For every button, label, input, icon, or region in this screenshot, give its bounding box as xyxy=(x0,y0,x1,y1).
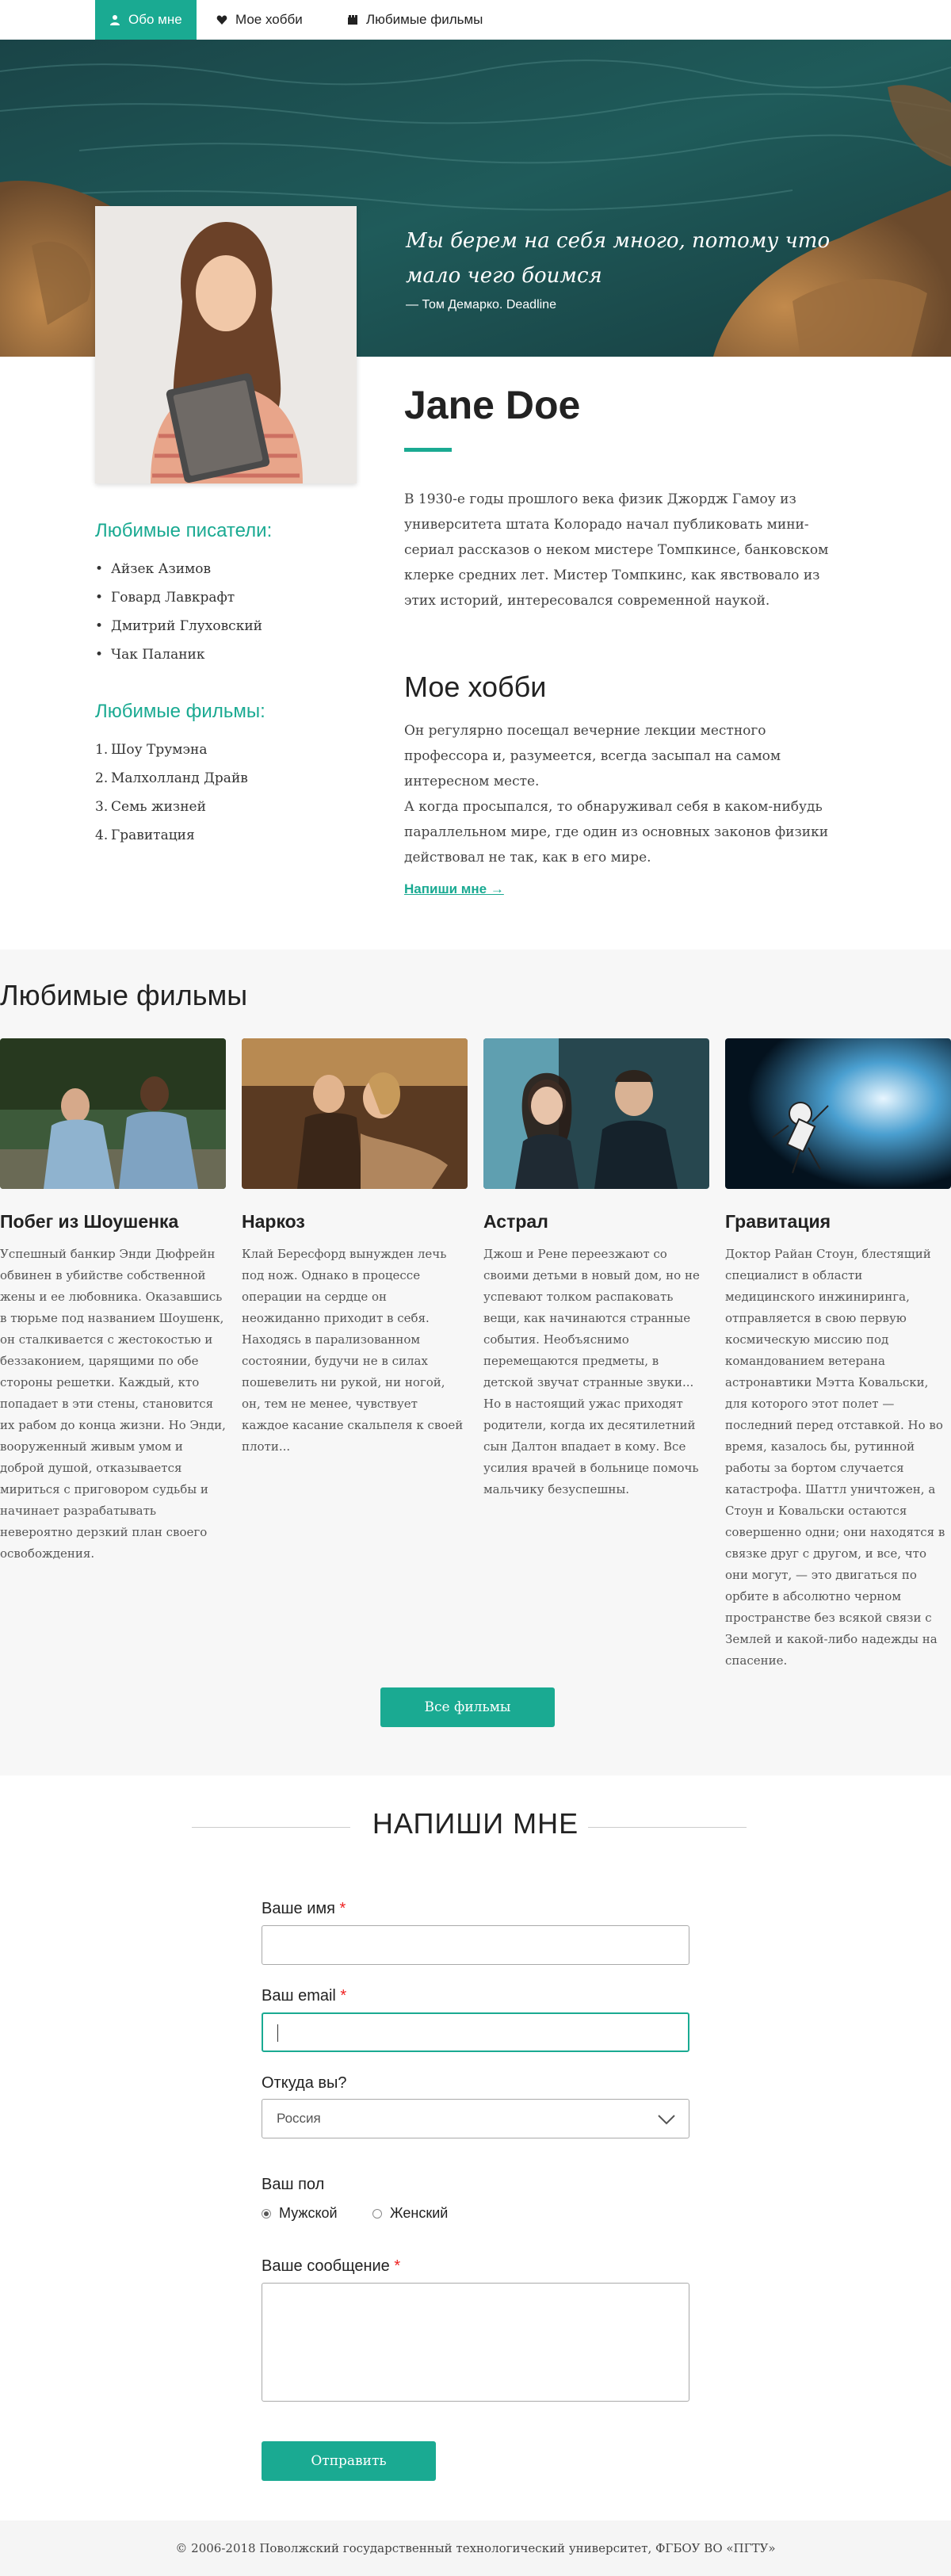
required-mark: * xyxy=(394,2257,401,2275)
film-icon xyxy=(348,15,357,25)
writers-list: • Айзек Азимов • Говард Лавкрафт • Дмитрий … xyxy=(95,555,365,669)
hobby-paragraph: А когда просыпался, то обнаруживал себя … xyxy=(404,799,829,866)
list-item: • Чак Паланик xyxy=(95,647,205,663)
all-films-button[interactable]: Все фильмы xyxy=(380,1687,555,1727)
name-underline xyxy=(404,448,452,452)
gender-male-radio[interactable]: Мужской xyxy=(262,2205,338,2222)
hobby-paragraph: Он регулярно посещал вечерние лекции мес… xyxy=(404,723,781,789)
film-poster xyxy=(725,1038,951,1189)
top-nav: Обо мне Мое хобби Любимые фильмы xyxy=(0,0,951,40)
films-sidebar-title: Любимые фильмы: xyxy=(95,701,265,722)
country-label: Откуда вы? xyxy=(262,2074,347,2092)
films-sidebar-list: 1. Шоу Трумэна 2. Малхолланд Драйв 3. Семь … xyxy=(95,736,365,850)
quote-author: — Том Демарко. Deadline xyxy=(406,298,556,311)
films-section-title: Любимые фильмы xyxy=(0,979,248,1011)
nav-label: Мое хобби xyxy=(235,12,303,27)
writers-title: Любимые писатели: xyxy=(95,520,273,541)
radio-label: Мужской xyxy=(279,2205,338,2221)
profile-bio: В 1930-е годы прошлого века физик Джордж… xyxy=(404,491,829,609)
email-field[interactable] xyxy=(262,2012,689,2052)
film-title: Побег из Шоушенка xyxy=(0,1211,179,1232)
list-item: 4. Гравитация xyxy=(95,827,195,843)
message-field[interactable] xyxy=(262,2283,689,2402)
footer: © 2006-2018 Поволжский государственный т… xyxy=(0,2521,951,2576)
film-card-awake[interactable]: Наркоз Клай Бересфорд вынужден лечь под … xyxy=(242,1038,468,1458)
required-mark: * xyxy=(340,1987,347,2005)
list-item: • Говард Лавкрафт xyxy=(95,590,235,606)
quote-text: Мы берем на себя много, потому что мало … xyxy=(406,229,831,288)
profile-name: Jane Doe xyxy=(404,383,581,427)
required-mark: * xyxy=(339,1900,346,1917)
footer-text: © 2006-2018 Поволжский государственный т… xyxy=(175,2541,776,2555)
film-title: Астрал xyxy=(483,1211,548,1232)
user-icon xyxy=(110,15,120,25)
film-card-gravity[interactable]: Гравитация Доктор Райан Стоун, блестящий… xyxy=(725,1038,951,1672)
profile-photo xyxy=(95,206,357,483)
nav-item-about[interactable]: Обо мне xyxy=(95,0,197,40)
hero-quote: Мы берем на себя много, потому что мало … xyxy=(406,224,850,312)
radio-label: Женский xyxy=(390,2205,449,2221)
message-label: Ваше сообщение * xyxy=(262,2257,401,2275)
film-desc: Клай Бересфорд вынужден лечь под нож. Од… xyxy=(242,1247,464,1454)
list-item: 3. Семь жизней xyxy=(95,799,206,815)
name-field[interactable] xyxy=(262,1925,689,1965)
chevron-down-icon xyxy=(658,2115,675,2125)
nav-label: Обо мне xyxy=(128,12,182,27)
nav-item-films[interactable]: Любимые фильмы xyxy=(333,0,497,40)
radio-dot xyxy=(262,2208,271,2219)
film-poster xyxy=(242,1038,468,1189)
country-value: Россия xyxy=(277,2111,321,2126)
gender-female-radio[interactable]: Женский xyxy=(372,2205,448,2222)
film-title: Гравитация xyxy=(725,1211,831,1232)
film-poster xyxy=(0,1038,226,1189)
film-card-insidious[interactable]: Астрал Джош и Рене переезжают со своими … xyxy=(483,1038,709,1500)
film-title: Наркоз xyxy=(242,1211,305,1232)
film-poster xyxy=(483,1038,709,1189)
heart-icon xyxy=(216,15,227,25)
list-item: • Айзек Азимов xyxy=(95,561,212,577)
submit-button[interactable]: Отправить xyxy=(262,2441,436,2481)
film-desc: Джош и Рене переезжают со своими детьми … xyxy=(483,1247,700,1496)
radio-dot xyxy=(372,2208,382,2219)
hobby-title: Мое хобби xyxy=(404,671,547,703)
list-item: 2. Малхолланд Драйв xyxy=(95,770,248,786)
list-item: • Дмитрий Глуховский xyxy=(95,618,262,634)
gender-label: Ваш пол xyxy=(262,2176,325,2193)
name-label: Ваше имя * xyxy=(262,1900,346,1917)
email-label: Ваш email * xyxy=(262,1987,347,2005)
nav-item-hobby[interactable]: Мое хобби xyxy=(202,0,317,40)
film-card-shawshank[interactable]: Побег из Шоушенка Успешный банкир Энди Д… xyxy=(0,1038,226,1565)
film-desc: Успешный банкир Энди Дюфрейн обвинен в у… xyxy=(0,1247,226,1561)
list-item: 1. Шоу Трумэна xyxy=(95,742,208,758)
text-caret xyxy=(277,2024,278,2042)
write-me-link[interactable]: Напиши мне → xyxy=(404,881,504,897)
nav-label: Любимые фильмы xyxy=(366,12,483,27)
country-select[interactable]: Россия xyxy=(262,2099,689,2138)
film-desc: Доктор Райан Стоун, блестящий специалист… xyxy=(725,1247,945,1668)
hobby-text: Он регулярно посещал вечерние лекции мес… xyxy=(404,718,848,870)
contact-title: НАПИШИ МНЕ xyxy=(372,1807,579,1840)
